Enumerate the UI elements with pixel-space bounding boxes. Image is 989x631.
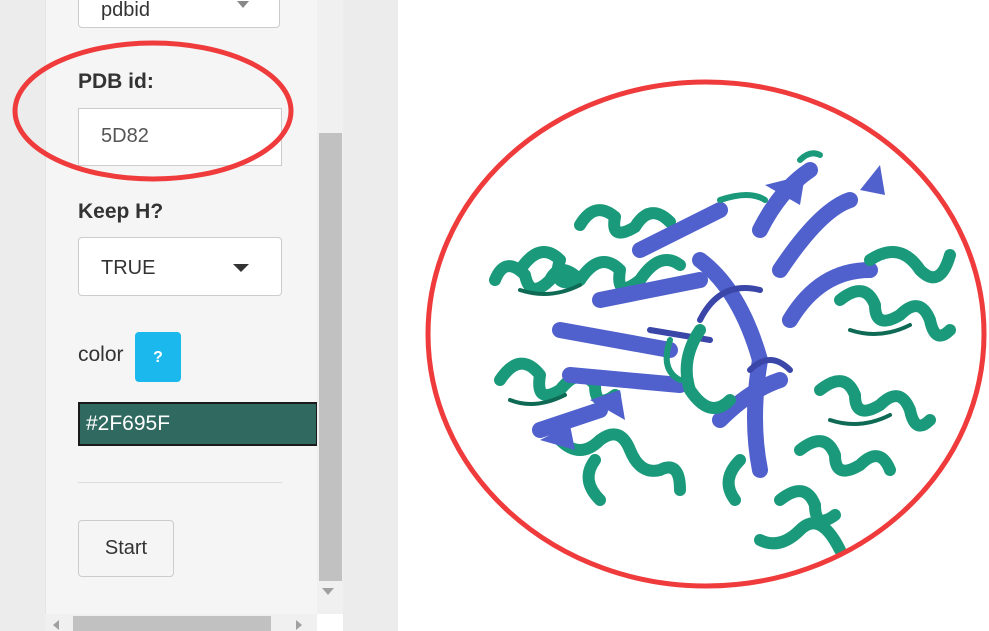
- viewer-canvas[interactable]: [0, 0, 989, 631]
- chain-b-helices-left: [489, 204, 686, 506]
- protein-structure: [489, 150, 956, 556]
- pdb-id-highlight-ellipse: [12, 40, 294, 182]
- structure-highlight-ellipse: [425, 79, 987, 589]
